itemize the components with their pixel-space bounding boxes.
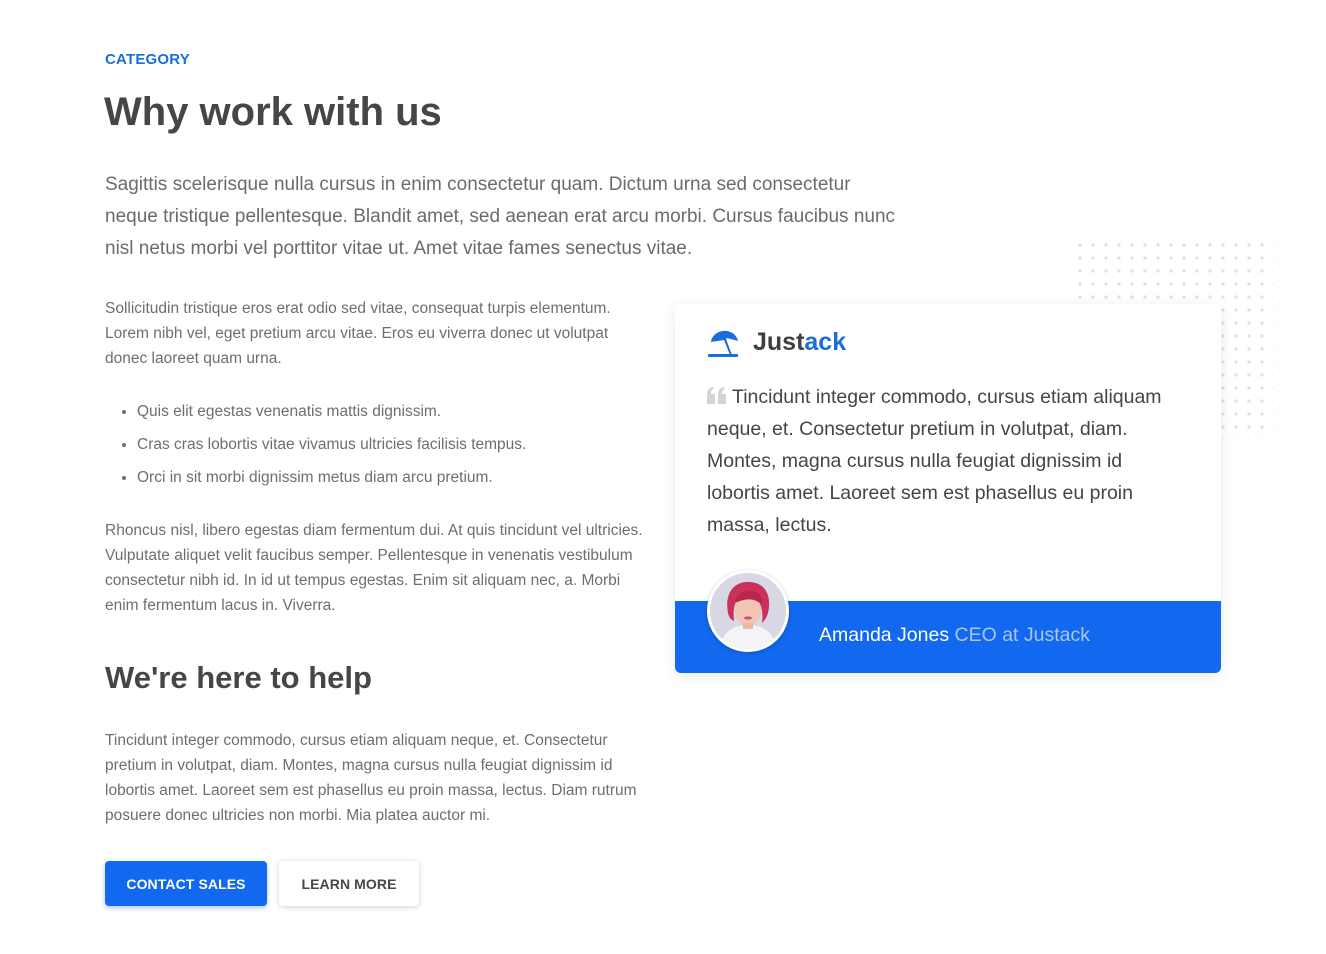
page-title: Why work with us bbox=[104, 90, 442, 134]
intro-paragraph: Sollicitudin tristique eros erat odio se… bbox=[105, 300, 611, 367]
brand-name-accent: ack bbox=[804, 328, 847, 356]
lead-paragraph: Sagittis scelerisque nulla cursus in eni… bbox=[105, 174, 896, 259]
quote-icon bbox=[707, 387, 726, 404]
quote-text: Tincidunt integer commodo, cursus etiam … bbox=[707, 386, 1162, 536]
closing-paragraph: Rhoncus nisl, libero egestas diam fermen… bbox=[105, 522, 643, 614]
learn-more-button[interactable]: LEARN MORE bbox=[279, 861, 419, 906]
testimonial-quote: Tincidunt integer commodo, cursus etiam … bbox=[707, 381, 1187, 541]
brand-name: Justack bbox=[753, 328, 846, 357]
list-item: Quis elit egestas venenatis mattis digni… bbox=[137, 395, 645, 428]
brand-name-prefix: Just bbox=[753, 328, 805, 356]
feature-list: Quis elit egestas venenatis mattis digni… bbox=[105, 395, 645, 494]
avatar bbox=[707, 570, 789, 652]
brand-logo: Justack bbox=[707, 328, 846, 357]
umbrella-icon bbox=[708, 330, 738, 357]
contact-sales-button[interactable]: CONTACT SALES bbox=[105, 861, 267, 906]
avatar-portrait bbox=[710, 573, 786, 649]
help-paragraph: Tincidunt integer commodo, cursus etiam … bbox=[105, 732, 637, 824]
author-role: CEO at Justack bbox=[954, 624, 1090, 646]
content-column: Sollicitudin tristique eros erat odio se… bbox=[105, 296, 645, 618]
help-heading: We're here to help bbox=[105, 660, 372, 695]
author-name: Amanda Jones bbox=[819, 624, 950, 646]
list-item: Orci in sit morbi dignissim metus diam a… bbox=[137, 461, 645, 494]
testimonial-card: Justack Tincidunt integer commodo, cursu… bbox=[675, 304, 1221, 673]
category-label: CATEGORY bbox=[105, 51, 190, 68]
list-item: Cras cras lobortis vitae vivamus ultrici… bbox=[137, 428, 645, 461]
testimonial-author: Amanda Jones CEO at Justack bbox=[819, 624, 1090, 647]
